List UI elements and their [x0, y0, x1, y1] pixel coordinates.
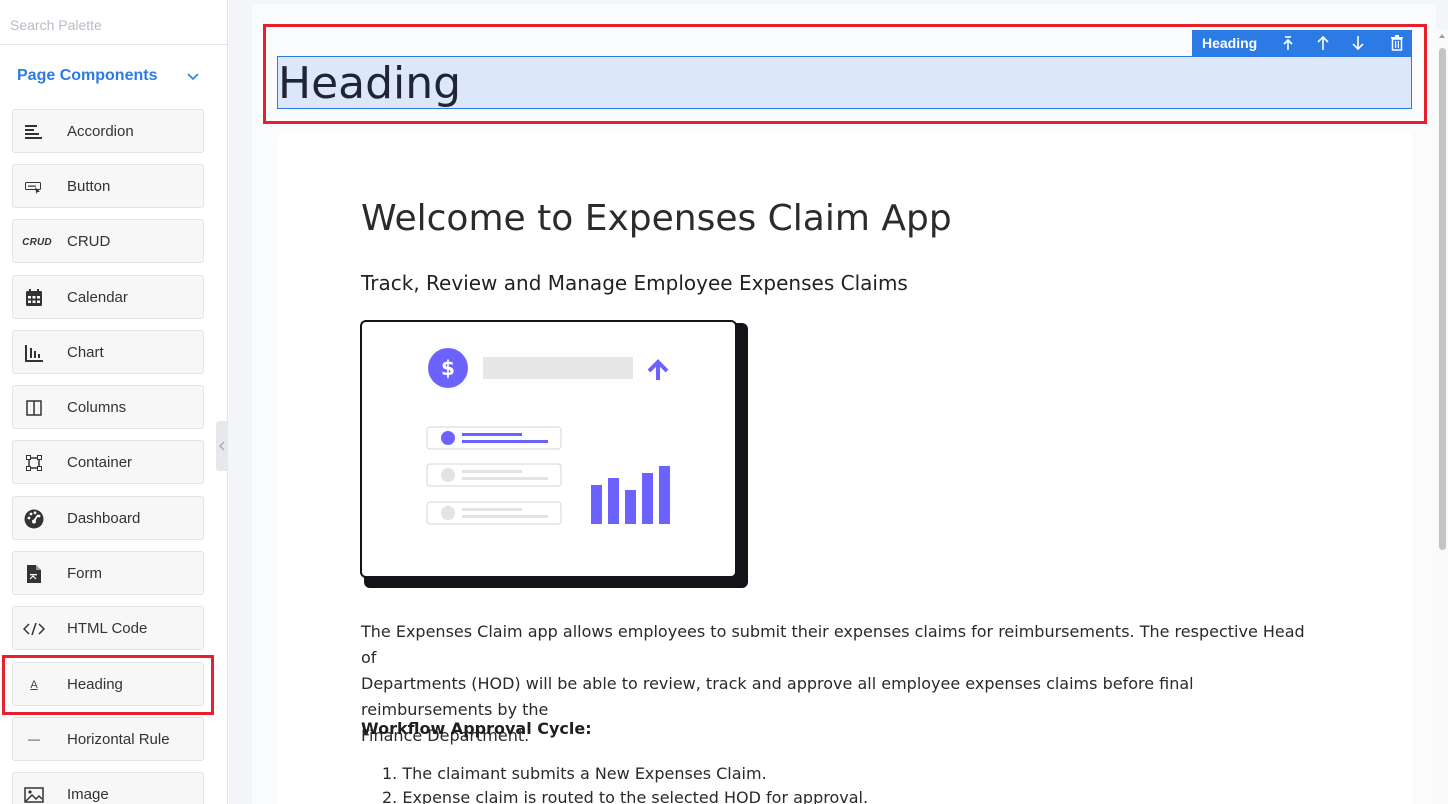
- delete-icon[interactable]: [1387, 33, 1407, 53]
- list-item: 1. The claimant submits a New Expenses C…: [382, 764, 767, 783]
- selected-heading-block[interactable]: Heading: [277, 56, 1412, 109]
- calendar-icon: [23, 288, 45, 308]
- component-crud[interactable]: CRUD CRUD: [12, 219, 204, 263]
- sidebar-collapse-handle[interactable]: [216, 421, 227, 471]
- chevron-left-icon: [218, 441, 224, 451]
- button-icon: [23, 177, 45, 197]
- toolbar-label: Heading: [1202, 35, 1258, 51]
- select-parent-icon[interactable]: [1278, 33, 1298, 53]
- component-accordion[interactable]: Accordion: [12, 109, 204, 153]
- scroll-up-arrow-icon[interactable]: [1438, 32, 1446, 40]
- heading-component-toolbar: Heading: [1192, 30, 1412, 56]
- page-components-section-toggle[interactable]: Page Components: [17, 64, 207, 88]
- component-html-code[interactable]: HTML Code: [12, 606, 204, 650]
- container-icon: [23, 453, 45, 473]
- heading-text[interactable]: Heading: [278, 58, 461, 110]
- component-dashboard[interactable]: Dashboard: [12, 496, 204, 540]
- component-label: Columns: [67, 399, 127, 416]
- component-heading[interactable]: A Heading: [12, 662, 204, 706]
- component-label: Chart: [67, 344, 104, 361]
- component-label: Heading: [67, 676, 123, 693]
- chevron-down-icon: [187, 73, 199, 81]
- component-image[interactable]: Image: [12, 772, 204, 804]
- section-title: Page Components: [17, 67, 158, 84]
- component-label: Image: [67, 786, 109, 803]
- component-label: Accordion: [67, 123, 134, 140]
- welcome-subtitle: Track, Review and Manage Employee Expens…: [361, 271, 908, 295]
- component-form[interactable]: Form: [12, 551, 204, 595]
- form-icon: [23, 564, 45, 584]
- component-label: HTML Code: [67, 620, 148, 637]
- search-palette-input[interactable]: [0, 5, 227, 45]
- component-chart[interactable]: Chart: [12, 330, 204, 374]
- accordion-icon: [23, 122, 45, 142]
- component-horizontal-rule[interactable]: Horizontal Rule: [12, 717, 204, 761]
- component-calendar[interactable]: Calendar: [12, 275, 204, 319]
- crud-icon: CRUD: [22, 236, 52, 248]
- component-label: Calendar: [67, 289, 128, 306]
- columns-icon: [23, 398, 45, 418]
- list-item: 2. Expense claim is routed to the select…: [382, 788, 869, 804]
- dollar-symbol: $: [441, 356, 455, 380]
- workflow-title: Workflow Approval Cycle:: [361, 719, 592, 738]
- welcome-title: Welcome to Expenses Claim App: [361, 198, 952, 239]
- horizontal-rule-icon: [23, 730, 45, 750]
- move-down-icon[interactable]: [1348, 33, 1368, 53]
- palette-sidebar: Page Components Accordion Button CRUD CR…: [0, 0, 228, 804]
- component-button[interactable]: Button: [12, 164, 204, 208]
- component-label: Button: [67, 178, 111, 195]
- component-container[interactable]: Container: [12, 440, 204, 484]
- scrollbar-thumb[interactable]: [1439, 48, 1446, 550]
- dashboard-icon: [23, 509, 45, 529]
- chart-icon: [23, 343, 45, 363]
- component-label: CRUD: [67, 233, 111, 250]
- image-icon: [23, 785, 45, 804]
- move-up-icon[interactable]: [1313, 33, 1333, 53]
- expenses-illustration-image: $: [360, 320, 748, 588]
- workflow-steps-list: 1. The claimant submits a New Expenses C…: [382, 762, 868, 804]
- component-columns[interactable]: Columns: [12, 385, 204, 429]
- component-label: Dashboard: [67, 510, 141, 527]
- component-label: Form: [67, 565, 102, 582]
- paragraph-line: The Expenses Claim app allows employees …: [361, 622, 1305, 667]
- html-code-icon: [23, 619, 45, 639]
- heading-icon: A: [30, 679, 38, 691]
- component-label: Horizontal Rule: [67, 731, 170, 748]
- component-label: Container: [67, 454, 133, 471]
